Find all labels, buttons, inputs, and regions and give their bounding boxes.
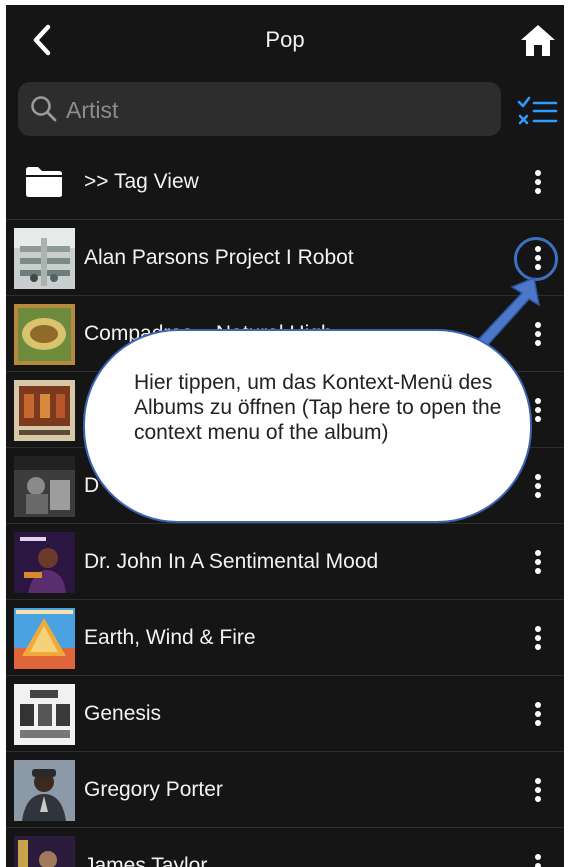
list-item-label: Alan Parsons Project I Robot (84, 246, 354, 269)
home-icon (521, 25, 555, 56)
search-input[interactable] (64, 91, 488, 129)
list-item-label: >> Tag View (84, 170, 199, 193)
album-cover-image (14, 684, 75, 745)
list-item-label: Dr. John In A Sentimental Mood (84, 550, 379, 573)
list-item-tag-view[interactable]: >> Tag View (6, 144, 564, 220)
app-screen: Pop >> Tag View (6, 5, 564, 867)
callout-text: Hier tippen, um das Kontext-Menü des Alb… (134, 371, 502, 444)
album-cover-image (14, 380, 75, 441)
checklist-filter-icon (517, 96, 558, 125)
more-options-button[interactable] (526, 540, 550, 584)
list-item-album[interactable]: Genesis (6, 676, 564, 752)
list-item-label: Earth, Wind & Fire (84, 626, 256, 649)
more-options-button[interactable] (526, 768, 550, 812)
list-item-album[interactable]: Gregory Porter (6, 752, 564, 828)
album-cover-image (14, 608, 75, 669)
album-cover-image (14, 456, 75, 517)
more-options-button[interactable] (526, 464, 550, 508)
more-options-button[interactable] (526, 844, 550, 867)
list-item-album[interactable]: James Taylor (6, 828, 564, 867)
callout-bubble: Hier tippen, um das Kontext-Menü des Alb… (83, 329, 532, 523)
album-cover-image (14, 228, 75, 289)
header-bar: Pop (6, 5, 564, 75)
more-options-button[interactable] (526, 616, 550, 660)
list-item-album[interactable]: Dr. John In A Sentimental Mood (6, 524, 564, 600)
list-item-album[interactable]: Earth, Wind & Fire (6, 600, 564, 676)
more-options-button[interactable] (526, 160, 550, 204)
home-button[interactable] (520, 23, 556, 57)
more-options-button[interactable] (526, 692, 550, 736)
page-title: Pop (265, 27, 305, 52)
list-item-label: Gregory Porter (84, 778, 223, 801)
album-cover-image (14, 836, 75, 867)
album-cover-image (14, 760, 75, 821)
album-cover-image (14, 304, 75, 365)
filter-button[interactable] (516, 93, 558, 129)
album-cover-image (14, 532, 75, 593)
search-field[interactable] (18, 82, 501, 136)
list-item-label: James Taylor (84, 854, 208, 867)
folder-icon (26, 167, 62, 197)
search-icon (31, 96, 57, 122)
list-item-label: Genesis (84, 702, 162, 725)
